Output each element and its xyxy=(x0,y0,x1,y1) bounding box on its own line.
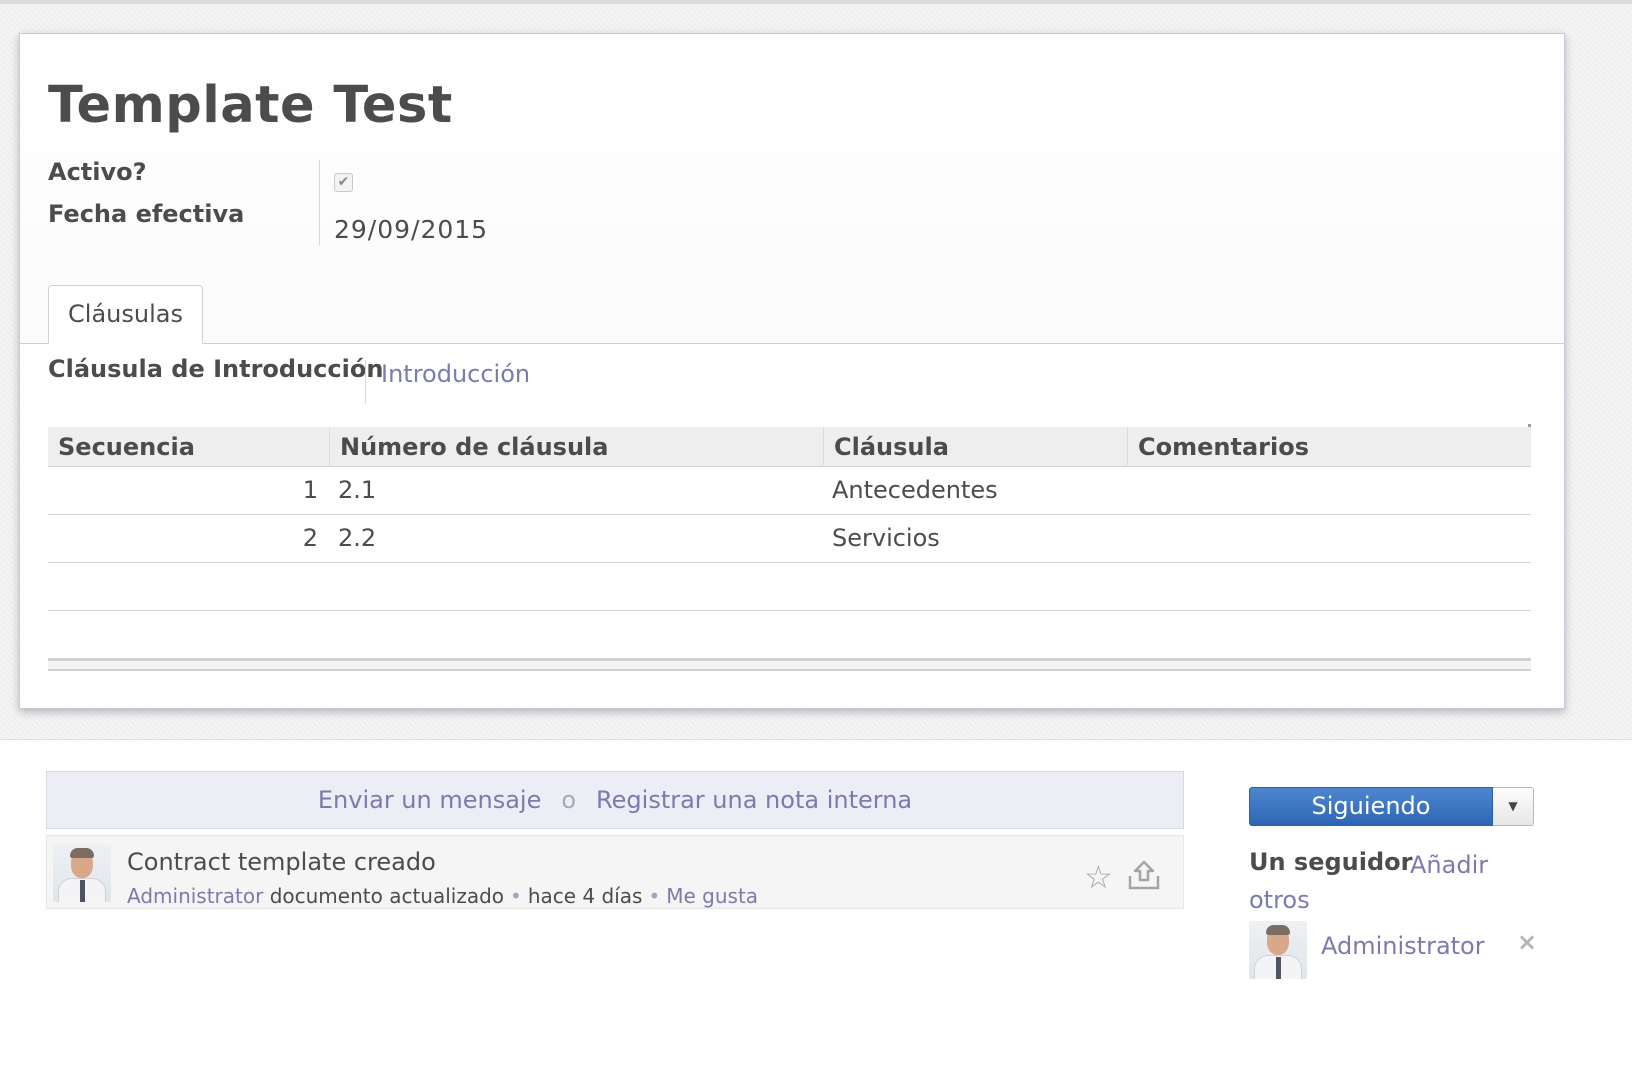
intro-clause-label: Cláusula de Introducción xyxy=(48,355,384,383)
avatar[interactable] xyxy=(53,844,111,902)
tab-clausulas[interactable]: Cláusulas xyxy=(48,285,203,344)
cell-sequence: 2 xyxy=(302,524,318,552)
message-author-link[interactable]: Administrator xyxy=(127,884,263,908)
composer-or: o xyxy=(561,786,577,814)
message-meta: Administrator documento actualizado • hace… xyxy=(127,884,758,908)
table-header: Secuencia Número de cláusula Cláusula Co… xyxy=(48,427,1531,467)
message-action: documento actualizado xyxy=(269,884,505,908)
message-title: Contract template creado xyxy=(127,848,436,876)
form-sheet: Template Test Activo? Fecha efectiva ✔ 2… xyxy=(19,33,1565,709)
avatar[interactable] xyxy=(1249,921,1307,979)
effective-date-value[interactable]: 29/09/2015 xyxy=(334,215,488,244)
column-header-clause-number[interactable]: Número de cláusula xyxy=(329,427,823,467)
send-message-link[interactable]: Enviar un mensaje xyxy=(318,786,542,814)
like-link[interactable]: Me gusta xyxy=(666,884,758,908)
check-icon: ✔ xyxy=(337,174,350,190)
column-header-comments[interactable]: Comentarios xyxy=(1127,427,1531,467)
chatter-message: Contract template creado Administrator d… xyxy=(46,835,1184,909)
tab-bar xyxy=(20,343,1564,344)
table-empty-row xyxy=(48,611,1531,659)
upload-icon[interactable] xyxy=(1125,858,1163,892)
column-header-clause[interactable]: Cláusula xyxy=(823,427,1127,467)
chatter-composer: Enviar un mensaje o Registrar una nota int… xyxy=(46,771,1184,829)
add-followers-link[interactable]: Añadir otros xyxy=(1249,848,1509,918)
table-footer xyxy=(48,659,1531,671)
follower-name[interactable]: Administrator xyxy=(1321,932,1485,960)
following-button[interactable]: Siguiendo xyxy=(1249,787,1493,826)
cell-clause: Antecedentes xyxy=(832,476,998,504)
cell-clause-number: 2.2 xyxy=(338,524,377,552)
cell-clause-number: 2.1 xyxy=(338,476,377,504)
log-note-link[interactable]: Registrar una nota interna xyxy=(596,786,912,814)
intro-clause-link[interactable]: Introducción xyxy=(381,360,530,388)
following-dropdown-toggle[interactable]: ▼ xyxy=(1493,787,1534,826)
message-time: hace 4 días xyxy=(527,884,643,908)
field-divider xyxy=(365,360,366,404)
record-title: Template Test xyxy=(48,76,453,135)
meta-separator: • xyxy=(648,884,661,908)
star-icon[interactable]: ☆ xyxy=(1084,858,1113,896)
active-label: Activo? xyxy=(48,158,147,186)
meta-separator: • xyxy=(510,884,522,908)
caret-down-icon: ▼ xyxy=(1508,799,1518,813)
close-icon[interactable]: × xyxy=(1517,928,1537,956)
field-divider xyxy=(319,160,320,246)
table-row[interactable]: 2 2.2 Servicios xyxy=(48,515,1531,563)
table-row[interactable]: 1 2.1 Antecedentes xyxy=(48,467,1531,515)
active-checkbox[interactable]: ✔ xyxy=(334,173,353,192)
effective-date-label: Fecha efectiva xyxy=(48,200,245,228)
cell-sequence: 1 xyxy=(302,476,318,504)
clauses-table: Secuencia Número de cláusula Cláusula Co… xyxy=(48,427,1531,671)
table-empty-row xyxy=(48,563,1531,611)
cell-clause: Servicios xyxy=(832,524,940,552)
column-header-sequence[interactable]: Secuencia xyxy=(48,427,329,467)
